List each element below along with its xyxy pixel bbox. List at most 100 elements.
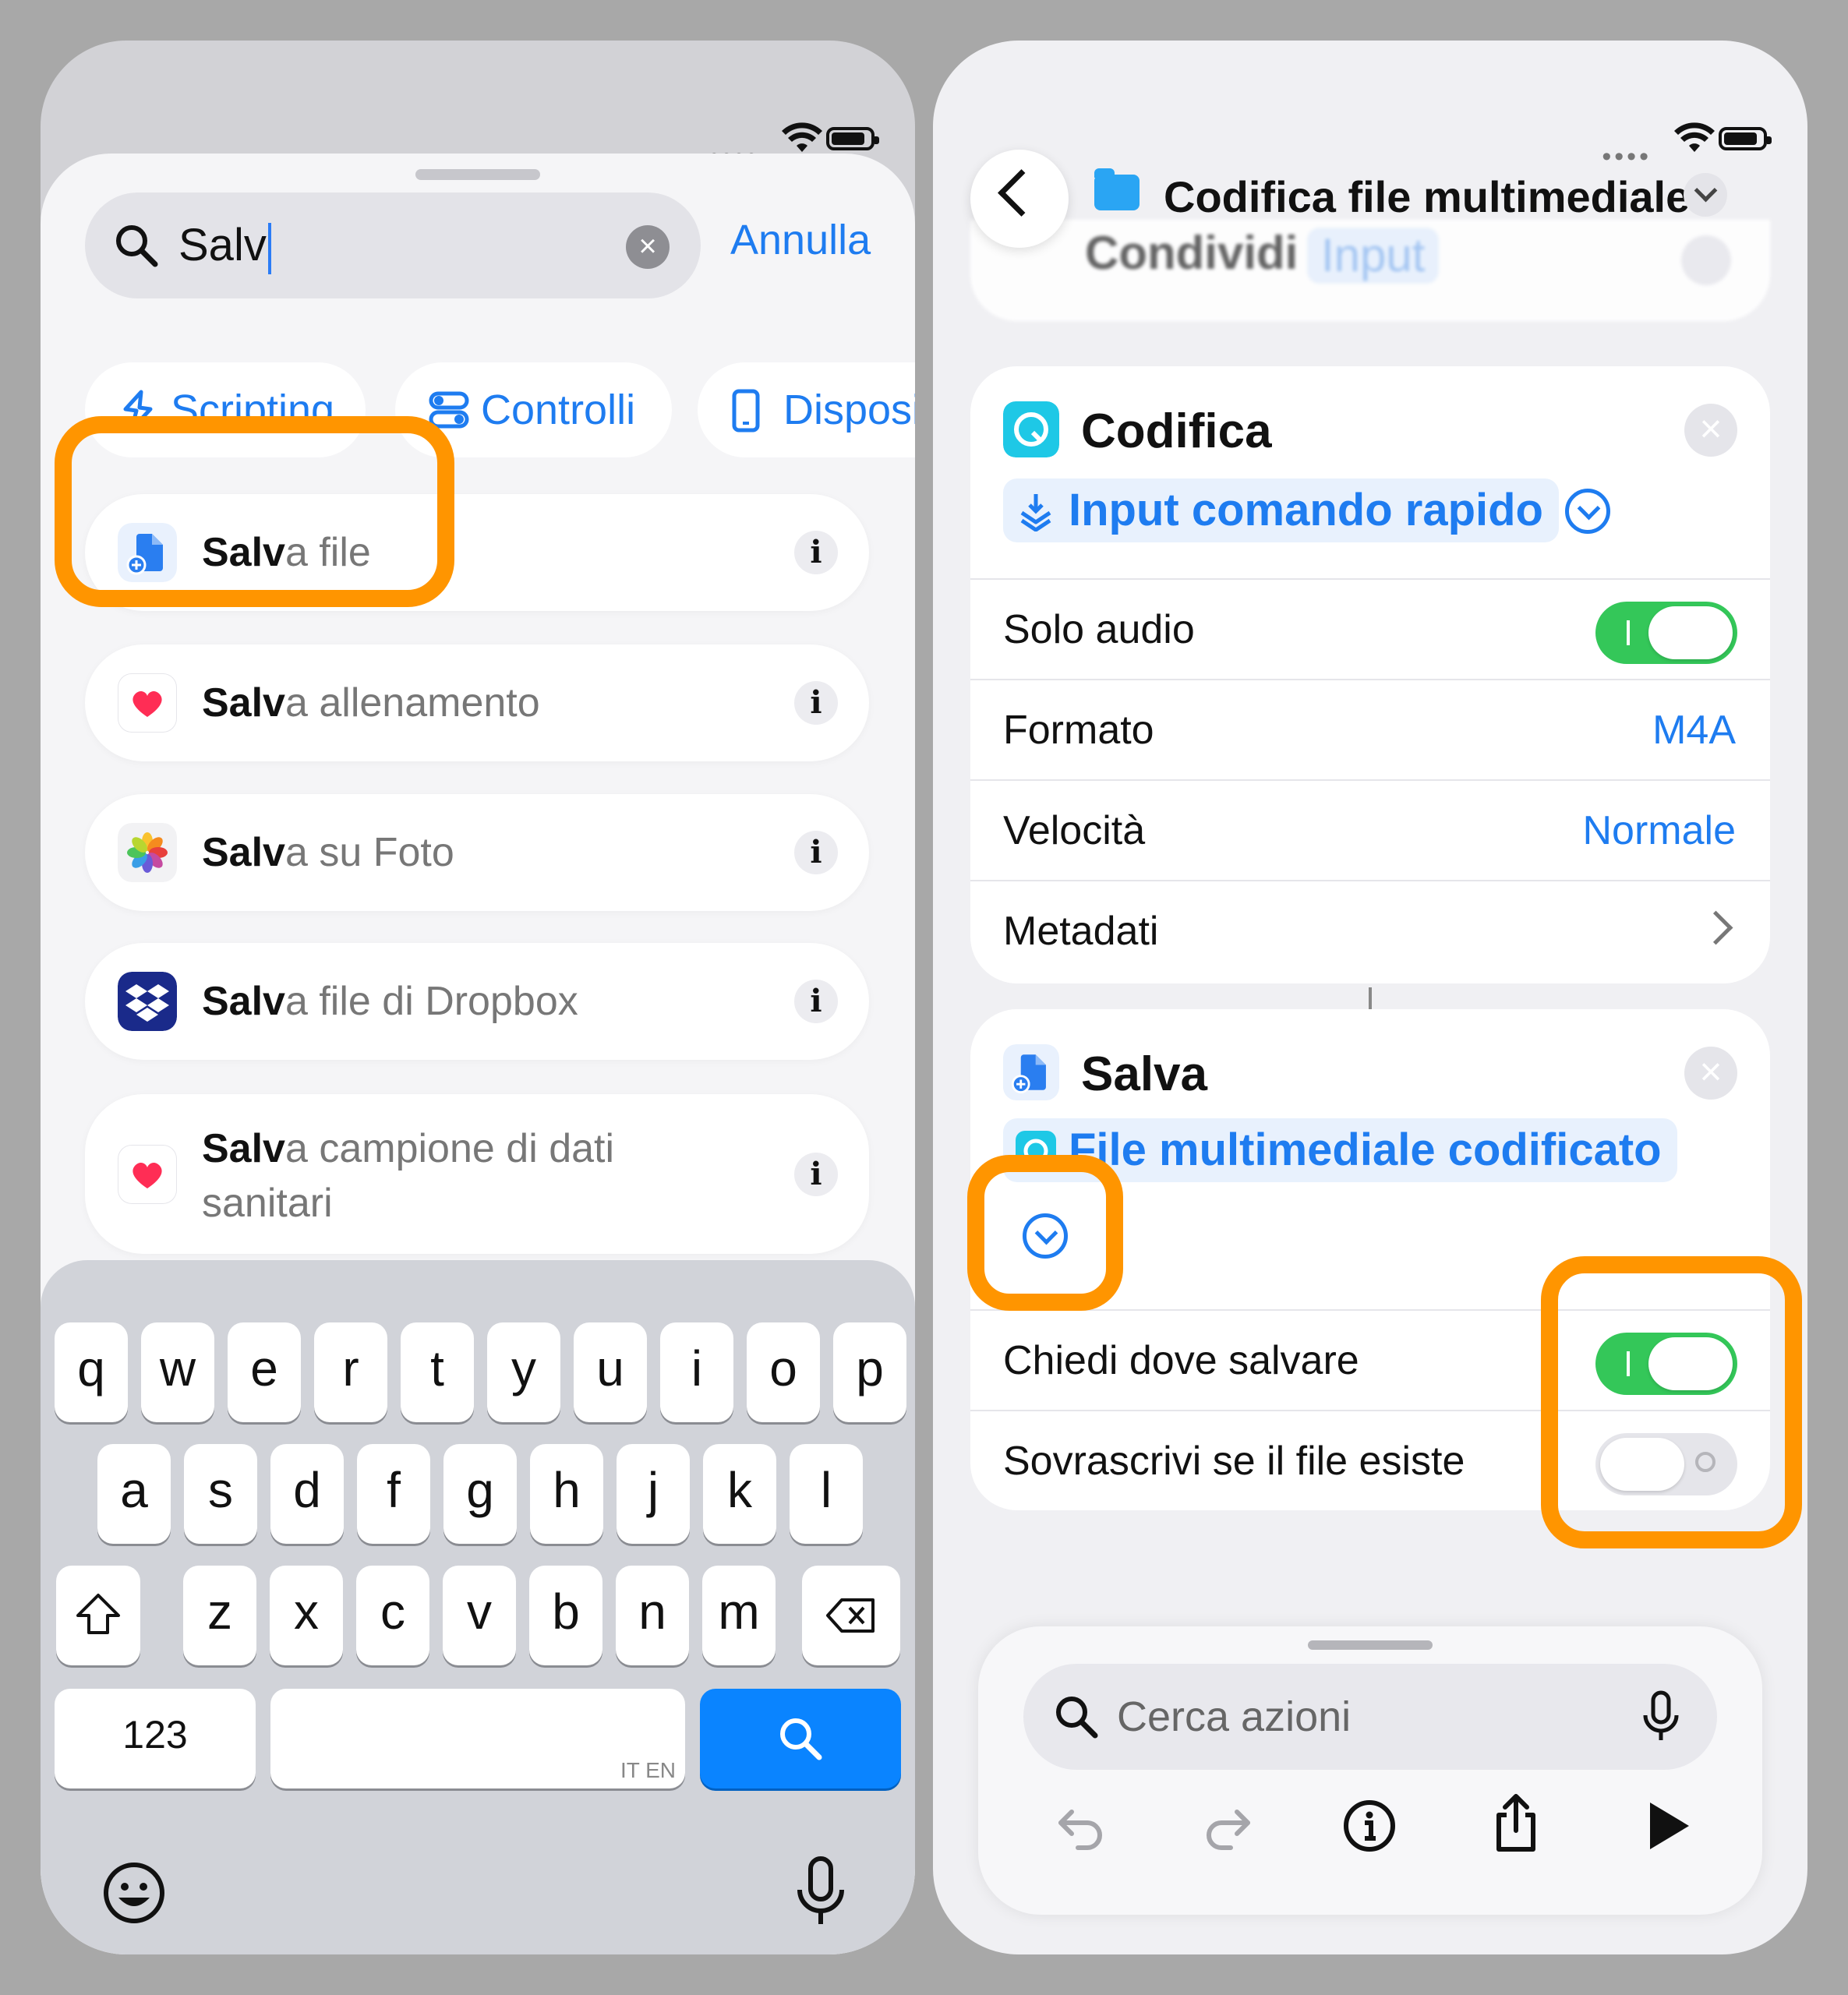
key-a[interactable]: a xyxy=(97,1444,171,1544)
health-heart-icon xyxy=(118,673,177,733)
sheet-grabber[interactable] xyxy=(415,169,540,180)
back-button[interactable] xyxy=(970,150,1069,248)
row-velocita[interactable]: Velocità Normale xyxy=(970,779,1770,881)
emoji-icon[interactable] xyxy=(101,1860,167,1926)
encode-media-icon xyxy=(1003,401,1059,457)
play-icon[interactable] xyxy=(1639,1798,1695,1854)
highlight-frame xyxy=(55,416,454,607)
chevron-down-icon xyxy=(1577,496,1601,521)
key-z[interactable]: z xyxy=(183,1566,256,1665)
panel-grabber[interactable] xyxy=(1308,1640,1433,1650)
card-title: Salva xyxy=(1081,1047,1208,1101)
search-actions-field[interactable]: Cerca azioni xyxy=(1023,1664,1717,1770)
chevron-left-icon xyxy=(998,169,1045,217)
result-salva-file-dropbox[interactable]: Salva file di Dropbox i xyxy=(85,943,869,1060)
speed-value[interactable]: Normale xyxy=(1583,781,1737,881)
delete-key[interactable] xyxy=(802,1566,900,1665)
info-button[interactable]: i xyxy=(794,831,838,874)
key-e[interactable]: e xyxy=(228,1322,301,1422)
redo-icon[interactable] xyxy=(1200,1798,1256,1854)
key-h[interactable]: h xyxy=(530,1444,603,1544)
row-metadati[interactable]: Metadati xyxy=(970,880,1770,981)
info-button[interactable]: i xyxy=(794,980,838,1023)
expand-options-button[interactable] xyxy=(1565,489,1610,534)
remove-action-button[interactable]: × xyxy=(1684,404,1737,457)
shift-key[interactable] xyxy=(56,1566,140,1665)
key-v[interactable]: v xyxy=(443,1566,516,1665)
solo-audio-toggle[interactable] xyxy=(1595,602,1737,664)
key-x[interactable]: x xyxy=(270,1566,343,1665)
keyboard: qwertyuiop asdfghjkl zxcvbnm 123 IT EN xyxy=(41,1260,915,1954)
previous-action-card: Condividi Input xyxy=(970,220,1770,321)
info-button[interactable]: i xyxy=(794,1153,838,1196)
key-j[interactable]: j xyxy=(617,1444,690,1544)
key-r[interactable]: r xyxy=(314,1322,387,1422)
format-value[interactable]: M4A xyxy=(1652,680,1736,780)
key-c[interactable]: c xyxy=(356,1566,429,1665)
key-p[interactable]: p xyxy=(833,1322,906,1422)
device-icon xyxy=(732,389,760,433)
card-title: Codifica xyxy=(1081,404,1272,458)
mic-icon[interactable] xyxy=(1642,1690,1680,1743)
save-file-icon xyxy=(1003,1044,1059,1100)
info-button[interactable]: i xyxy=(794,531,838,574)
shortcut-input-icon xyxy=(1020,494,1051,531)
key-n[interactable]: n xyxy=(616,1566,689,1665)
key-w[interactable]: w xyxy=(141,1322,214,1422)
key-m[interactable]: m xyxy=(702,1566,776,1665)
search-query: Salv xyxy=(178,219,271,274)
shift-icon xyxy=(76,1594,120,1634)
key-u[interactable]: u xyxy=(574,1322,647,1422)
clear-search-icon[interactable]: × xyxy=(626,225,670,269)
key-l[interactable]: l xyxy=(790,1444,863,1544)
share-icon[interactable] xyxy=(1488,1792,1544,1854)
language-hint: IT EN xyxy=(620,1758,676,1782)
search-key[interactable] xyxy=(700,1689,901,1788)
health-heart-icon xyxy=(118,1145,177,1204)
row-formato[interactable]: Formato M4A xyxy=(970,679,1770,780)
key-y[interactable]: y xyxy=(487,1322,560,1422)
search-field[interactable]: Salv × xyxy=(85,192,701,298)
result-salva-su-foto[interactable]: Salva su Foto i xyxy=(85,794,869,911)
key-q[interactable]: q xyxy=(55,1322,128,1422)
input-variable-pill[interactable]: Input comando rapido xyxy=(1003,478,1559,542)
shortcut-title[interactable]: Codifica file multimediale xyxy=(1164,171,1690,222)
info-button[interactable]: i xyxy=(794,681,838,725)
key-f[interactable]: f xyxy=(357,1444,430,1544)
highlight-frame xyxy=(1541,1256,1802,1548)
signal-dots-icon: •••• xyxy=(1602,142,1652,171)
row-solo-audio: Solo audio xyxy=(970,578,1770,680)
key-k[interactable]: k xyxy=(703,1444,776,1544)
key-g[interactable]: g xyxy=(443,1444,517,1544)
wifi-icon xyxy=(782,122,822,152)
battery-icon xyxy=(1719,127,1772,150)
key-t[interactable]: t xyxy=(401,1322,474,1422)
dictation-mic-icon[interactable] xyxy=(793,1856,848,1929)
dropbox-icon xyxy=(118,972,177,1031)
cancel-button[interactable]: Annulla xyxy=(730,216,871,264)
result-salva-allenamento[interactable]: Salva allenamento i xyxy=(85,644,869,761)
key-b[interactable]: b xyxy=(529,1566,602,1665)
result-salva-campione-dati-sanitari[interactable]: Salva campione di dati sanitari i xyxy=(85,1094,869,1254)
title-menu-button[interactable] xyxy=(1684,173,1727,217)
space-key[interactable]: IT EN xyxy=(270,1689,685,1788)
search-icon xyxy=(116,225,158,267)
left-screen: •••• Salv × Annulla Scripting xyxy=(41,41,915,1954)
action-search-panel: Cerca azioni xyxy=(978,1626,1762,1915)
photos-icon xyxy=(118,823,177,882)
backspace-icon xyxy=(826,1598,875,1633)
info-icon[interactable] xyxy=(1341,1798,1397,1854)
undo-icon[interactable] xyxy=(1053,1798,1109,1854)
key-d[interactable]: d xyxy=(270,1444,344,1544)
key-i[interactable]: i xyxy=(660,1322,733,1422)
remove-action-button[interactable]: × xyxy=(1684,1047,1737,1100)
encode-action-card: Codifica × Input comando rapido Solo aud… xyxy=(970,366,1770,983)
key-s[interactable]: s xyxy=(184,1444,257,1544)
key-o[interactable]: o xyxy=(747,1322,820,1422)
chevron-down-icon xyxy=(1694,178,1718,203)
numbers-key[interactable]: 123 xyxy=(55,1689,256,1788)
folder-icon xyxy=(1094,168,1140,210)
search-icon xyxy=(1056,1697,1098,1739)
chip-dispositivo[interactable]: Disposi xyxy=(698,362,915,457)
chevron-right-icon xyxy=(1698,910,1733,945)
